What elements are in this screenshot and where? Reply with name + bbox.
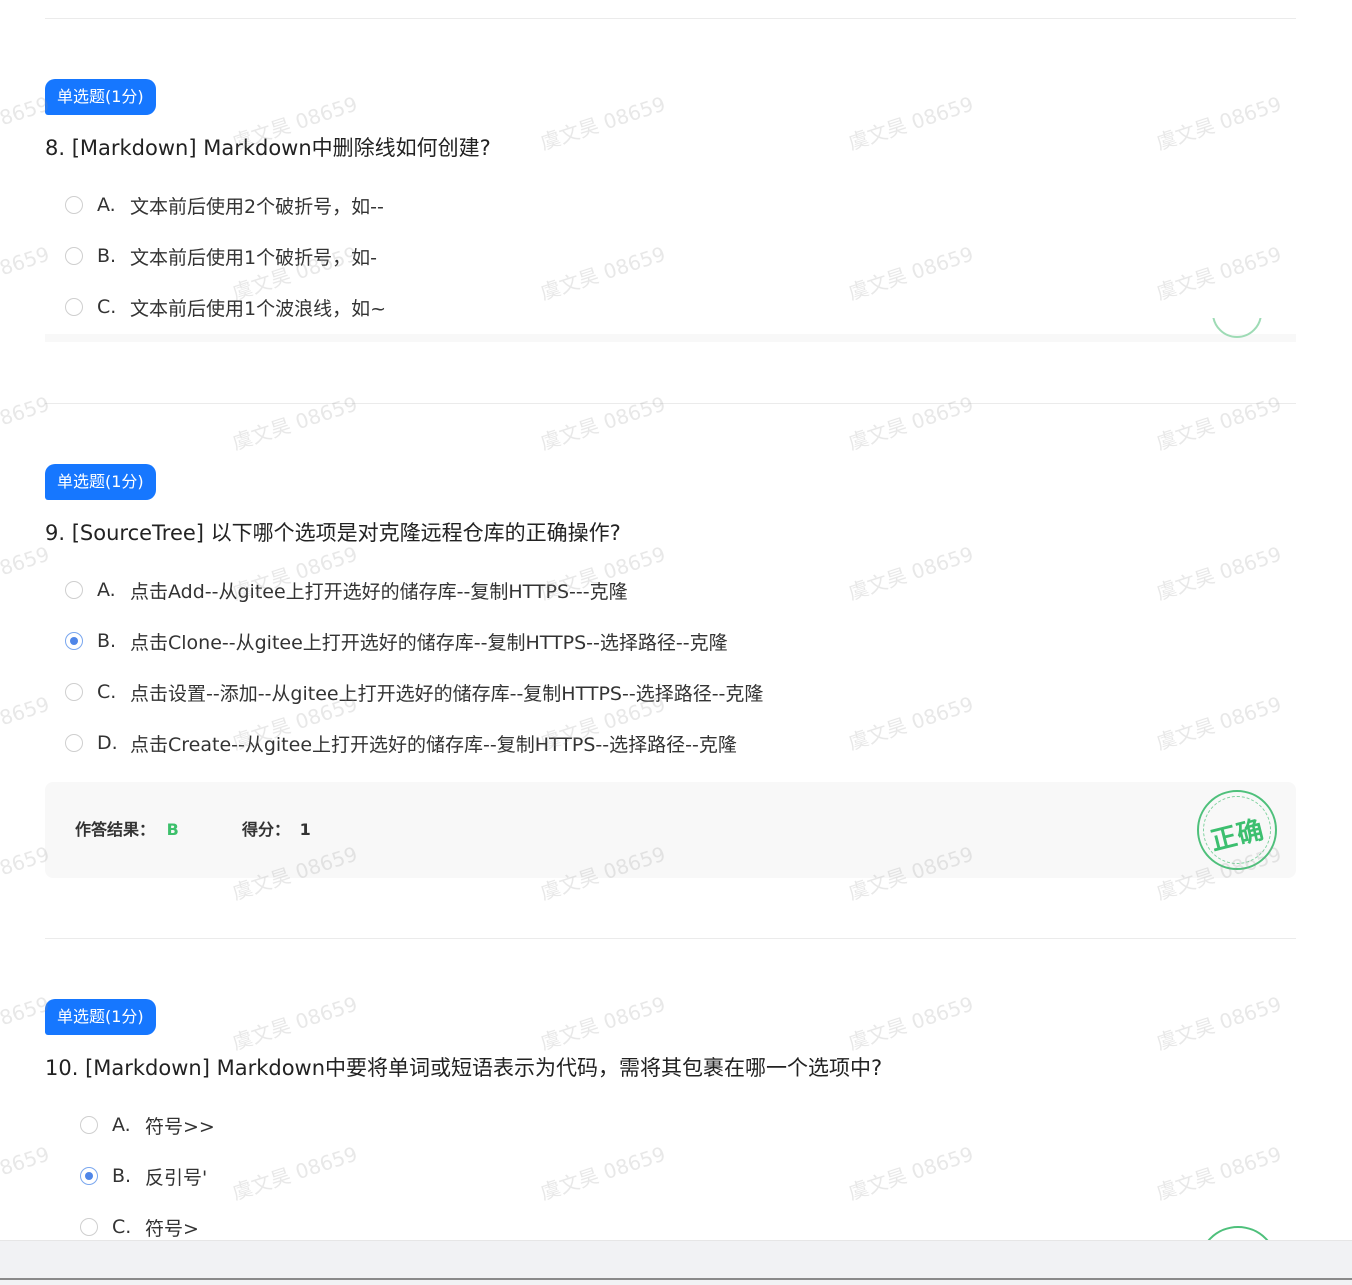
watermark: 虞文昊 08659 bbox=[1153, 91, 1285, 155]
option-a[interactable]: A. 点击Add--从gitee上打开选好的储存库--复制HTTPS---克隆 bbox=[65, 577, 628, 603]
divider bbox=[45, 938, 1296, 939]
watermark: 虞文昊 08659 bbox=[0, 1141, 53, 1205]
radio-button[interactable] bbox=[65, 196, 83, 214]
watermark: 虞文昊 08659 bbox=[229, 991, 361, 1055]
watermark: 虞文昊 08659 bbox=[1153, 691, 1285, 755]
divider bbox=[45, 403, 1296, 404]
radio-button[interactable] bbox=[65, 581, 83, 599]
watermark: 虞文昊 08659 bbox=[1153, 541, 1285, 605]
option-letter: B. bbox=[97, 630, 117, 652]
watermark: 虞文昊 08659 bbox=[0, 241, 53, 305]
radio-button-checked[interactable] bbox=[65, 632, 83, 650]
option-letter: A. bbox=[112, 1114, 131, 1136]
option-d[interactable]: D. 点击Create--从gitee上打开选好的储存库--复制HTTPS--选… bbox=[65, 730, 737, 756]
option-letter: B. bbox=[97, 245, 117, 267]
result-box-clipped bbox=[45, 334, 1296, 342]
correct-stamp-icon: 正确 bbox=[1197, 790, 1277, 870]
answer-result-label: 作答结果： bbox=[75, 820, 156, 839]
score-value: 1 bbox=[299, 820, 311, 839]
answer-result-box: 作答结果： B 得分： 1 正确 bbox=[45, 782, 1296, 878]
option-c[interactable]: C. 文本前后使用1个波浪线，如~ bbox=[65, 294, 386, 320]
stamp-clipped-edge bbox=[1212, 318, 1262, 340]
radio-button-checked[interactable] bbox=[80, 1167, 98, 1185]
watermark: 虞文昊 08659 bbox=[845, 991, 977, 1055]
watermark: 虞文昊 08659 bbox=[845, 1141, 977, 1205]
watermark: 虞文昊 08659 bbox=[845, 91, 977, 155]
option-letter: C. bbox=[97, 296, 117, 318]
option-text: 文本前后使用2个破折号，如-- bbox=[130, 195, 384, 218]
watermark: 虞文昊 08659 bbox=[845, 391, 977, 455]
option-letter: B. bbox=[112, 1165, 132, 1187]
radio-button[interactable] bbox=[80, 1218, 98, 1236]
question-type-tag: 单选题(1分) bbox=[45, 999, 156, 1035]
option-a[interactable]: A. 文本前后使用2个破折号，如-- bbox=[65, 192, 384, 218]
watermark: 虞文昊 08659 bbox=[1153, 1141, 1285, 1205]
answer-result: 作答结果： B bbox=[75, 816, 179, 840]
watermark: 虞文昊 08659 bbox=[845, 691, 977, 755]
option-text: 符号>> bbox=[145, 1115, 215, 1138]
watermark: 虞文昊 08659 bbox=[537, 991, 669, 1055]
option-text: 点击设置--添加--从gitee上打开选好的储存库--复制HTTPS--选择路径… bbox=[130, 682, 764, 705]
question-title: 10. [Markdown] Markdown中要将单词或短语表示为代码，需将其… bbox=[45, 1056, 883, 1080]
answer-result-value: B bbox=[166, 820, 179, 839]
option-b[interactable]: B. 文本前后使用1个破折号，如- bbox=[65, 243, 377, 269]
option-letter: D. bbox=[97, 732, 118, 754]
watermark: 虞文昊 08659 bbox=[537, 91, 669, 155]
watermark: 虞文昊 08659 bbox=[845, 541, 977, 605]
bottom-scroll-line bbox=[0, 1278, 1352, 1280]
option-text: 反引号' bbox=[145, 1166, 208, 1189]
watermark: 虞文昊 08659 bbox=[1153, 241, 1285, 305]
watermark: 虞文昊 08659 bbox=[537, 391, 669, 455]
radio-button[interactable] bbox=[65, 734, 83, 752]
watermark: 虞文昊 08659 bbox=[0, 541, 53, 605]
option-b[interactable]: B. 反引号' bbox=[80, 1163, 207, 1189]
question-title: 8. [Markdown] Markdown中删除线如何创建? bbox=[45, 136, 491, 160]
radio-button[interactable] bbox=[80, 1116, 98, 1134]
watermark: 虞文昊 08659 bbox=[0, 691, 53, 755]
option-a[interactable]: A. 符号>> bbox=[80, 1112, 215, 1138]
option-letter: C. bbox=[112, 1216, 132, 1238]
watermark: 虞文昊 08659 bbox=[229, 1141, 361, 1205]
score: 得分： 1 bbox=[242, 816, 311, 840]
option-b[interactable]: B. 点击Clone--从gitee上打开选好的储存库--复制HTTPS--选择… bbox=[65, 628, 728, 654]
option-letter: C. bbox=[97, 681, 117, 703]
watermark: 虞文昊 08659 bbox=[845, 241, 977, 305]
watermark: 虞文昊 08659 bbox=[537, 241, 669, 305]
watermark: 虞文昊 08659 bbox=[0, 391, 53, 455]
radio-button[interactable] bbox=[65, 683, 83, 701]
stamp-partial-edge bbox=[1196, 1226, 1280, 1240]
option-text: 文本前后使用1个波浪线，如~ bbox=[130, 297, 387, 320]
question-type-tag: 单选题(1分) bbox=[45, 79, 156, 115]
watermark: 虞文昊 08659 bbox=[1153, 991, 1285, 1055]
option-text: 点击Clone--从gitee上打开选好的储存库--复制HTTPS--选择路径-… bbox=[130, 631, 728, 654]
score-label: 得分： bbox=[242, 820, 291, 839]
radio-button[interactable] bbox=[65, 247, 83, 265]
option-c[interactable]: C. 点击设置--添加--从gitee上打开选好的储存库--复制HTTPS--选… bbox=[65, 679, 763, 705]
question-type-tag: 单选题(1分) bbox=[45, 464, 156, 500]
radio-button[interactable] bbox=[65, 298, 83, 316]
correct-stamp-text: 正确 bbox=[1207, 814, 1268, 858]
watermark: 虞文昊 08659 bbox=[229, 391, 361, 455]
option-letter: A. bbox=[97, 194, 116, 216]
watermark: 虞文昊 08659 bbox=[537, 1141, 669, 1205]
question-title: 9. [SourceTree] 以下哪个选项是对克隆远程仓库的正确操作? bbox=[45, 521, 621, 545]
option-text: 符号> bbox=[145, 1217, 199, 1240]
option-letter: A. bbox=[97, 579, 116, 601]
option-text: 文本前后使用1个破折号，如- bbox=[130, 246, 377, 269]
divider-top bbox=[45, 18, 1296, 19]
watermark: 虞文昊 08659 bbox=[1153, 391, 1285, 455]
option-text: 点击Create--从gitee上打开选好的储存库--复制HTTPS--选择路径… bbox=[130, 733, 737, 756]
option-text: 点击Add--从gitee上打开选好的储存库--复制HTTPS---克隆 bbox=[130, 580, 628, 603]
option-c[interactable]: C. 符号> bbox=[80, 1214, 199, 1240]
